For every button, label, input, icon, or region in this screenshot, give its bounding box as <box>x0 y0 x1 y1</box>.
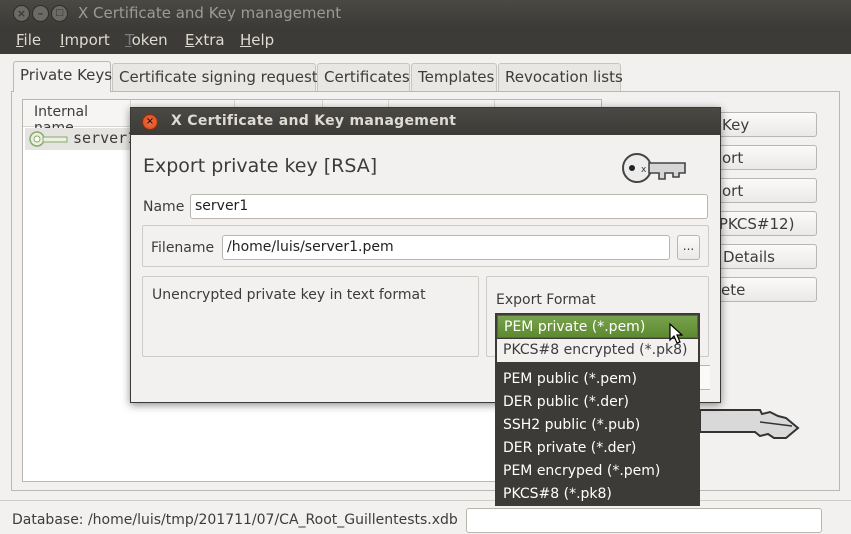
format-option[interactable]: DER private (*.der) <box>495 437 700 460</box>
key-icon <box>700 409 800 439</box>
close-icon[interactable]: × <box>142 114 158 130</box>
export-format-label: Export Format <box>496 292 596 308</box>
maximize-icon[interactable]: □ <box>51 5 68 22</box>
format-option[interactable]: PKCS#8 (*.pk8) <box>495 483 700 506</box>
filename-field[interactable]: /home/luis/server1.pem <box>222 235 670 260</box>
svg-text:x: x <box>641 165 647 175</box>
format-option-selected[interactable]: PEM private (*.pem) <box>497 315 698 338</box>
dialog-title: X Certificate and Key management <box>171 113 457 129</box>
format-option[interactable]: DER public (*.der) <box>495 391 700 414</box>
window-title: X Certificate and Key management <box>78 4 342 22</box>
column-internal-name[interactable]: Internal name <box>23 100 131 136</box>
status-field <box>466 508 822 533</box>
tab-certificates[interactable]: Certificates <box>317 63 410 91</box>
format-option[interactable]: SSH2 public (*.pub) <box>495 414 700 437</box>
tab-templates[interactable]: Templates <box>411 63 497 91</box>
format-option[interactable]: PEM encryped (*.pem) <box>495 460 700 483</box>
format-option[interactable]: PEM public (*.pem) <box>495 368 700 391</box>
menu-extra[interactable]: Extra <box>185 31 225 49</box>
format-option[interactable]: PKCS#8 encrypted (*.pk8) <box>497 339 698 362</box>
name-field[interactable]: server1 <box>190 194 708 219</box>
minimize-icon[interactable]: – <box>32 5 49 22</box>
key-icon <box>29 131 68 147</box>
status-bar: Database: /home/luis/tmp/201711/07/CA_Ro… <box>0 500 851 534</box>
dialog-titlebar: × X Certificate and Key management <box>131 108 720 135</box>
browse-button[interactable]: ... <box>677 235 700 260</box>
tab-revocation-lists[interactable]: Revocation lists <box>498 63 623 91</box>
menu-bar: File Import Token Extra Help <box>0 27 851 54</box>
key-icon: x <box>622 153 686 183</box>
main-titlebar: × – □ X Certificate and Key management <box>0 0 851 27</box>
mouse-cursor-icon <box>669 323 683 344</box>
tab-certificate-signing-requests[interactable]: Certificate signing requests <box>112 63 326 91</box>
dialog-heading: Export private key [RSA] <box>143 155 378 177</box>
filename-label: Filename <box>151 240 215 256</box>
menu-token: Token <box>125 31 168 49</box>
menu-file[interactable]: File <box>16 31 41 49</box>
name-label: Name <box>143 199 185 215</box>
database-path: Database: /home/luis/tmp/201711/07/CA_Ro… <box>12 512 458 528</box>
key-name: server1 <box>73 129 137 147</box>
menu-import[interactable]: Import <box>60 31 110 49</box>
close-icon[interactable]: × <box>13 5 30 22</box>
format-description: Unencrypted private key in text format <box>152 287 426 303</box>
menu-help[interactable]: Help <box>240 31 274 49</box>
tab-private-keys[interactable]: Private Keys <box>13 61 112 92</box>
